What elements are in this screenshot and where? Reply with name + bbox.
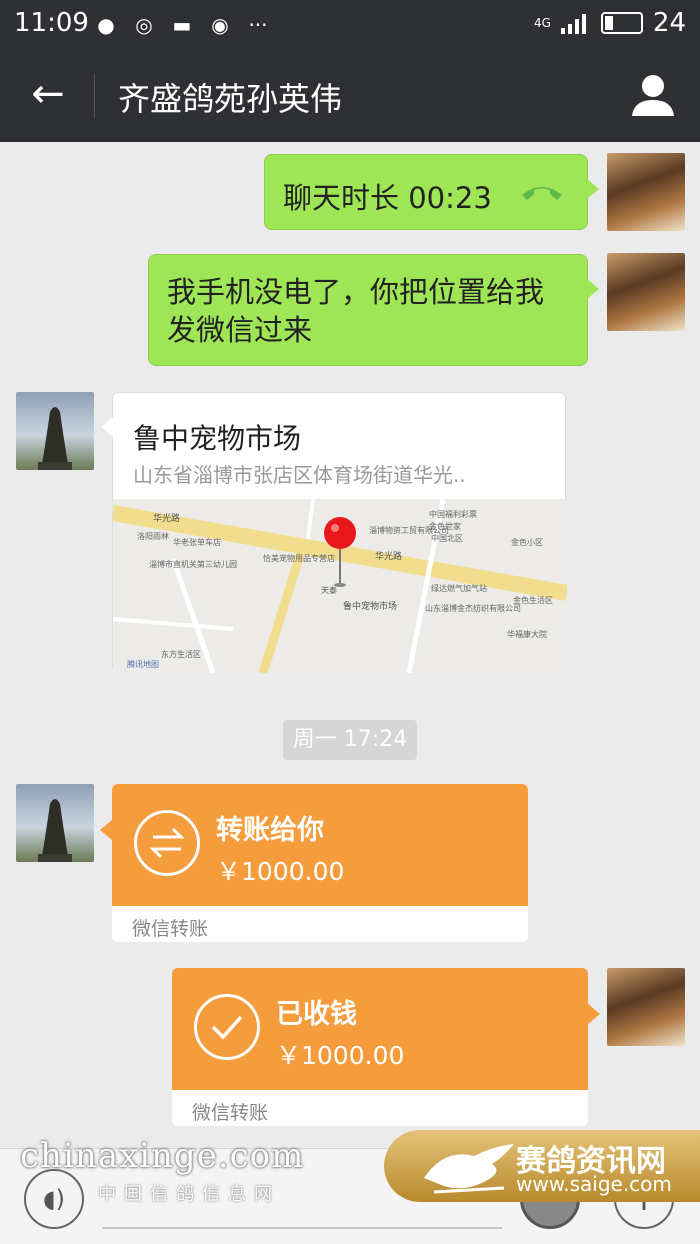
map-label: 天泰	[321, 585, 337, 595]
map-label: 淄博市直机关第三幼儿园	[149, 559, 237, 569]
statue-silhouette	[38, 407, 72, 470]
chat-title: 齐盛鸽苑孙英伟	[118, 80, 343, 118]
location-message-card[interactable]: 鲁中宠物市场 山东省淄博市张店区体育场街道华光.. 华光路 华光路 鲁中宠物市场…	[101, 392, 567, 673]
map-label: 洛阳雨林	[137, 531, 169, 541]
watermark-saige: 赛鸽资讯网 www.saige.com	[384, 1130, 700, 1202]
my-avatar[interactable]	[607, 968, 685, 1046]
weibo-icon: ◉	[211, 13, 229, 37]
map-label: 华光路	[375, 550, 402, 562]
map-label: 中国福利彩票	[429, 509, 477, 519]
text-message-body: 我手机没电了，你把位置给我 发微信过来	[167, 273, 544, 349]
watermark-chinaxinge: chinaxinge.com 中国信鸽信息网	[20, 1136, 304, 1206]
contact-avatar[interactable]	[16, 784, 94, 862]
status-right: 4G 24	[534, 8, 686, 38]
transfer-amount: ￥1000.00	[276, 1041, 405, 1070]
contact-avatar[interactable]	[16, 392, 94, 470]
map-label: 中国北区	[431, 533, 463, 543]
map-pin-shadow	[334, 583, 346, 587]
text-message-bubble[interactable]: 我手机没电了，你把位置给我 发微信过来	[148, 254, 599, 366]
my-avatar[interactable]	[607, 253, 685, 331]
transfer-card-incoming[interactable]: 转账给你 ￥1000.00 微信转账	[100, 784, 528, 942]
status-bar: 11:09 ● ◎ ▬ ◉ ··· 4G 24	[0, 0, 700, 50]
location-map[interactable]: 华光路 华光路 鲁中宠物市场 天泰 淄博物资工贸有限公司 中国福利彩票 金色世家…	[113, 499, 567, 673]
map-label: 金色小区	[511, 537, 543, 547]
watermark-left-main: chinaxinge.com	[20, 1136, 305, 1176]
statue-silhouette	[38, 799, 72, 862]
map-label: 华光路	[153, 512, 180, 524]
map-pin-icon	[324, 517, 356, 549]
transfer-title: 已收钱	[276, 999, 357, 1030]
back-arrow-icon[interactable]: ←	[26, 72, 70, 116]
transfer-title: 转账给你	[216, 815, 324, 846]
map-label: 金色世家	[429, 521, 461, 531]
status-time: 11:09	[14, 8, 89, 38]
watermark-left-sub: 中国信鸽信息网	[98, 1184, 280, 1205]
map-label: 鲁中宠物市场	[343, 600, 397, 612]
transfer-card-received[interactable]: 已收钱 ￥1000.00 微信转账	[172, 968, 600, 1126]
watermark-right-sub: www.saige.com	[516, 1172, 672, 1196]
header-divider	[94, 74, 95, 118]
call-record-bubble[interactable]: 聊天时长 00:23	[264, 154, 599, 230]
text-line-1: 我手机没电了，你把位置给我	[167, 275, 545, 309]
transfer-footer: 微信转账	[192, 1102, 269, 1124]
map-label: 华老张单车店	[173, 537, 221, 547]
signal-icon	[560, 12, 591, 34]
map-pin-highlight	[331, 524, 339, 532]
map-label: 山东淄博金杰纺织有限公司	[425, 603, 521, 613]
map-label: 华福康大院	[507, 629, 547, 639]
map-label: 恰美宠物用品专营店	[263, 553, 335, 563]
location-address: 山东省淄博市张店区体育场街道华光..	[133, 463, 466, 487]
transfer-footer: 微信转账	[132, 918, 209, 940]
map-label: 绿达燃气加气站	[431, 583, 487, 593]
my-avatar[interactable]	[607, 153, 685, 231]
message-input[interactable]	[102, 1227, 502, 1229]
transfer-amount: ￥1000.00	[216, 857, 345, 886]
message-icon: ▬	[172, 13, 192, 37]
chat-header: ← 齐盛鸽苑孙英伟	[0, 50, 700, 142]
map-label: 东方生活区	[161, 649, 201, 659]
chat-bubble-icon: ●	[97, 13, 115, 37]
map-label: 金色生活区	[513, 595, 553, 605]
user-profile-icon[interactable]	[630, 72, 676, 118]
transfer-arrows-icon	[134, 810, 200, 876]
battery-level: 24	[652, 8, 686, 38]
notification-icons: ● ◎ ▬ ◉ ···	[92, 12, 272, 38]
phone-hangup-icon	[522, 187, 562, 200]
call-duration-text: 聊天时长 00:23	[283, 181, 492, 215]
more-dots-icon: ···	[248, 13, 268, 37]
pigeon-logo-icon	[424, 1144, 514, 1194]
text-line-2: 发微信过来	[167, 313, 313, 347]
checkmark-icon	[194, 994, 260, 1060]
message-timestamp: 周一 17:24	[283, 720, 417, 760]
location-name: 鲁中宠物市场	[133, 422, 302, 455]
map-provider-logo: 腾讯地图	[127, 659, 159, 669]
network-type: 4G	[533, 16, 551, 30]
battery-icon	[600, 12, 643, 34]
q-icon: ◎	[135, 13, 153, 37]
